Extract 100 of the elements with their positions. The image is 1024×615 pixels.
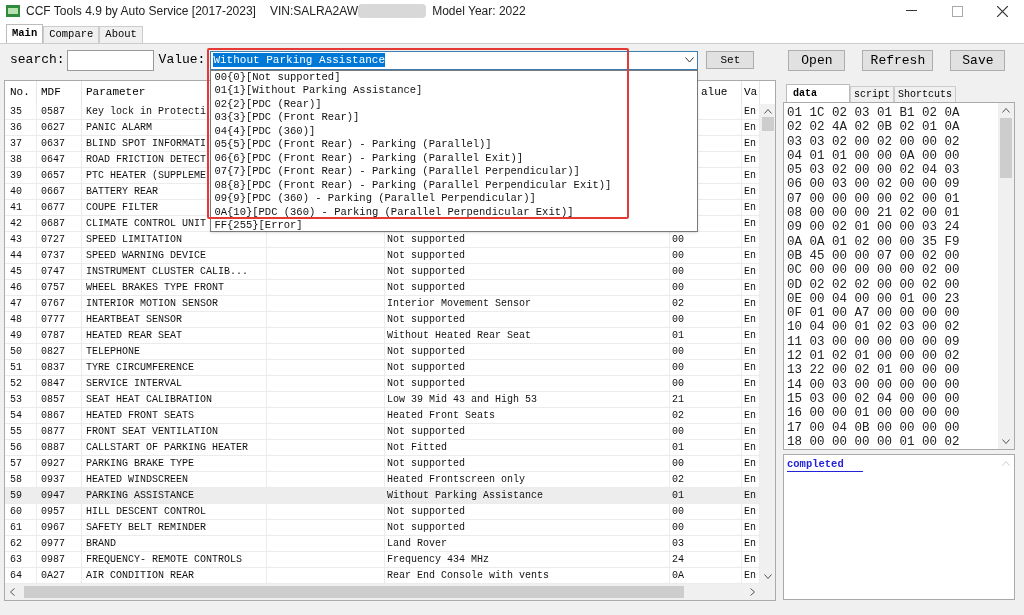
table-row[interactable]: 43 0727 SPEED LIMITATION Not supported 00 En <box>5 232 760 248</box>
tab[interactable]: Compare <box>43 26 100 43</box>
search-field[interactable] <box>66 49 154 71</box>
toolbar-button[interactable]: Open <box>788 49 846 71</box>
table-cell-text: 37 <box>10 137 22 151</box>
table-row[interactable]: 48 0777 HEARTBEAT SENSOR Not supported 00 En <box>5 312 760 328</box>
close-icon[interactable] <box>997 5 1008 17</box>
hex-line: 10 04 00 01 02 03 00 02 <box>787 320 961 335</box>
tab[interactable]: script <box>850 86 894 102</box>
table-row[interactable]: 52 0847 SERVICE INTERVAL Not supported 00 En <box>5 376 760 392</box>
table-cell-text: 59 <box>10 489 22 503</box>
table-cell-text: 51 <box>10 361 22 375</box>
hex-line: 08 00 00 00 21 02 00 01 <box>787 206 961 221</box>
table-row[interactable]: 62 0977 BRAND Land Rover 03 En <box>5 536 760 552</box>
table-row[interactable]: 47 0767 INTERIOR MOTION SENSOR Interior Movement Sensor 02 En <box>5 296 760 312</box>
data-textbox[interactable] <box>783 102 1015 450</box>
column-header[interactable]: No. <box>10 84 30 101</box>
table-row[interactable]: 61 0967 SAFETY BELT REMINDER Not supported 00 En <box>5 520 760 536</box>
table-row[interactable]: 60 0957 HILL DESCENT CONTROL Not supported 00 En <box>5 504 760 520</box>
vertical-scrollbar[interactable] <box>760 104 775 584</box>
table-cell-text: 0687 <box>41 217 65 231</box>
table-cell-text: 47 <box>10 297 22 311</box>
search-label: search: <box>10 51 65 70</box>
horizontal-scrollbar[interactable] <box>5 584 775 600</box>
chevron-right-icon[interactable] <box>750 588 755 596</box>
table-cell-text: 0847 <box>41 377 65 391</box>
table-row[interactable]: 50 0827 TELEPHONE Not supported 00 En <box>5 344 760 360</box>
table-row[interactable]: 63 0987 FREQUENCY- REMOTE CONTROLS Frequency 434 MHz 24 En <box>5 552 760 568</box>
dropdown-option[interactable]: 05{5}[PDC (Front Rear) - Parking (Parallel)] <box>214 139 492 150</box>
hex-line: 0A 0A 01 02 00 00 35 F9 <box>787 234 961 249</box>
tab[interactable]: About <box>99 26 143 43</box>
table-row[interactable]: 59 0947 PARKING ASSISTANCE Without Parking Assistance 01 En <box>5 488 760 504</box>
dropdown-option[interactable]: 01{1}[Without Parking Assistance] <box>214 85 423 96</box>
dropdown-option[interactable]: 00{0}[Not supported] <box>214 71 341 83</box>
table-row[interactable]: 44 0737 SPEED WARNING DEVICE Not supported 00 En <box>5 248 760 264</box>
chevron-up-icon[interactable] <box>763 109 772 114</box>
toolbar-button[interactable]: Refresh <box>862 49 934 71</box>
chevron-down-icon[interactable] <box>1002 439 1010 444</box>
table-cell-text: En <box>744 281 756 295</box>
hex-line: 16 00 00 01 00 00 00 00 <box>787 406 961 421</box>
table-cell-text: 61 <box>10 521 22 535</box>
table-row[interactable]: 54 0867 HEATED FRONT SEATS Heated Front Seats 02 En <box>5 408 760 424</box>
table-cell-text: 0927 <box>41 457 65 471</box>
column-header[interactable]: Parameter <box>86 84 146 101</box>
dropdown-option[interactable]: 09{9}[PDC (360) - Parking (Parallel Perpendicular)] <box>214 193 536 204</box>
dropdown-option[interactable]: FF{255}[Error] <box>214 220 303 231</box>
table-cell-text: SPEED WARNING DEVICE <box>86 249 207 263</box>
column-header[interactable]: alue <box>701 84 728 101</box>
table-row[interactable]: 58 0937 HEATED WINDSCREEN Heated Frontscreen only 02 En <box>5 472 760 488</box>
dropdown-option[interactable]: 03{3}[PDC (Front Rear)] <box>214 112 360 123</box>
tab[interactable]: Main <box>6 24 44 43</box>
table-row[interactable]: 64 0A27 AIR CONDITION REAR Rear End Console with vents 0A En <box>5 568 760 584</box>
table-cell-text: 0787 <box>41 329 65 343</box>
table-cell-text: TYRE CIRCUMFERENCE <box>86 361 195 375</box>
table-row[interactable]: 46 0757 WHEEL BRAKES TYPE FRONT Not supported 00 En <box>5 280 760 296</box>
tab[interactable]: data <box>786 84 850 102</box>
dropdown-option[interactable]: 04{4}[PDC (360)] <box>214 125 316 137</box>
table-cell-text: Not Fitted <box>387 441 447 455</box>
table-row[interactable]: 55 0877 FRONT SEAT VENTILATION Not supported 00 En <box>5 424 760 440</box>
table-cell-text: HEATED REAR SEAT <box>86 329 182 343</box>
dropdown-option[interactable]: 07{7}[PDC (Front Rear) - Parking (Parallel Perpendicular)] <box>214 166 580 177</box>
scroll-thumb[interactable] <box>1000 118 1012 178</box>
log-textbox[interactable]: completed <box>783 454 1015 600</box>
table-row[interactable]: 53 0857 SEAT HEAT CALIBRATION Low 39 Mid 43 and High 53 21 En <box>5 392 760 408</box>
dropdown-option[interactable]: 06{6}[PDC (Front Rear) - Parking (Parallel Exit)] <box>214 152 524 164</box>
table-cell-text: HEARTBEAT SENSOR <box>86 313 182 327</box>
minimize-icon[interactable] <box>906 10 917 12</box>
column-header[interactable]: MDF <box>41 84 61 101</box>
table-cell-text: Low 39 Mid 43 and High 53 <box>387 393 538 407</box>
table-cell-text: Without Heated Rear Seat <box>387 329 532 343</box>
vertical-scrollbar[interactable] <box>998 103 1014 449</box>
chevron-up-icon[interactable] <box>1002 108 1010 113</box>
hex-line: 14 00 03 00 00 00 00 00 <box>787 377 961 392</box>
value-dropdown[interactable]: Without Parking Assistance <box>210 50 699 70</box>
value-label: Value: <box>158 51 206 70</box>
table-row[interactable]: 57 0927 PARKING BRAKE TYPE Not supported 00 En <box>5 456 760 472</box>
scroll-thumb[interactable] <box>761 117 774 131</box>
table-row[interactable]: 49 0787 HEATED REAR SEAT Without Heated Rear Seat 01 En <box>5 328 760 344</box>
dropdown-option[interactable]: 08{8}[PDC (Front Rear) - Parking (Parallel Perpendicular Exit)] <box>214 179 612 191</box>
table-cell-text: En <box>744 313 756 327</box>
window-title: CCF Tools 4.9 by Auto Service [2017-2023] <box>26 3 256 20</box>
dropdown-option[interactable]: 02{2}[PDC (Rear)] <box>214 98 322 110</box>
table-row[interactable]: 51 0837 TYRE CIRCUMFERENCE Not supported 00 En <box>5 360 760 376</box>
chevron-left-icon[interactable] <box>10 588 15 596</box>
table-row[interactable]: 56 0887 CALLSTART OF PARKING HEATER Not Fitted 01 En <box>5 440 760 456</box>
table-row[interactable]: 45 0747 INSTRUMENT CLUSTER CALIB... Not supported 00 En <box>5 264 760 280</box>
dropdown-option[interactable]: 0A{10}[PDC (360) - Parking (Parallel Perpendicular Exit)] <box>214 206 574 218</box>
scroll-thumb[interactable] <box>24 586 684 598</box>
hex-line: 0D 02 02 02 00 00 02 00 <box>787 277 961 292</box>
set-button[interactable]: Set <box>706 51 755 69</box>
table-cell-text: 62 <box>10 537 22 551</box>
table-cell-text: 01 <box>672 329 684 343</box>
toolbar-button[interactable]: Save <box>950 49 1006 71</box>
table-cell-text: 0867 <box>41 409 65 423</box>
tab[interactable]: Shortcuts <box>894 86 957 102</box>
hex-line: 18 00 00 00 00 01 00 02 <box>787 434 961 449</box>
chevron-down-icon[interactable] <box>763 574 772 579</box>
hex-line: 0B 45 00 00 07 00 02 00 <box>787 248 961 264</box>
column-header[interactable]: Va <box>744 84 758 101</box>
vin-text: VIN:SALRA2AW <box>269 3 359 20</box>
